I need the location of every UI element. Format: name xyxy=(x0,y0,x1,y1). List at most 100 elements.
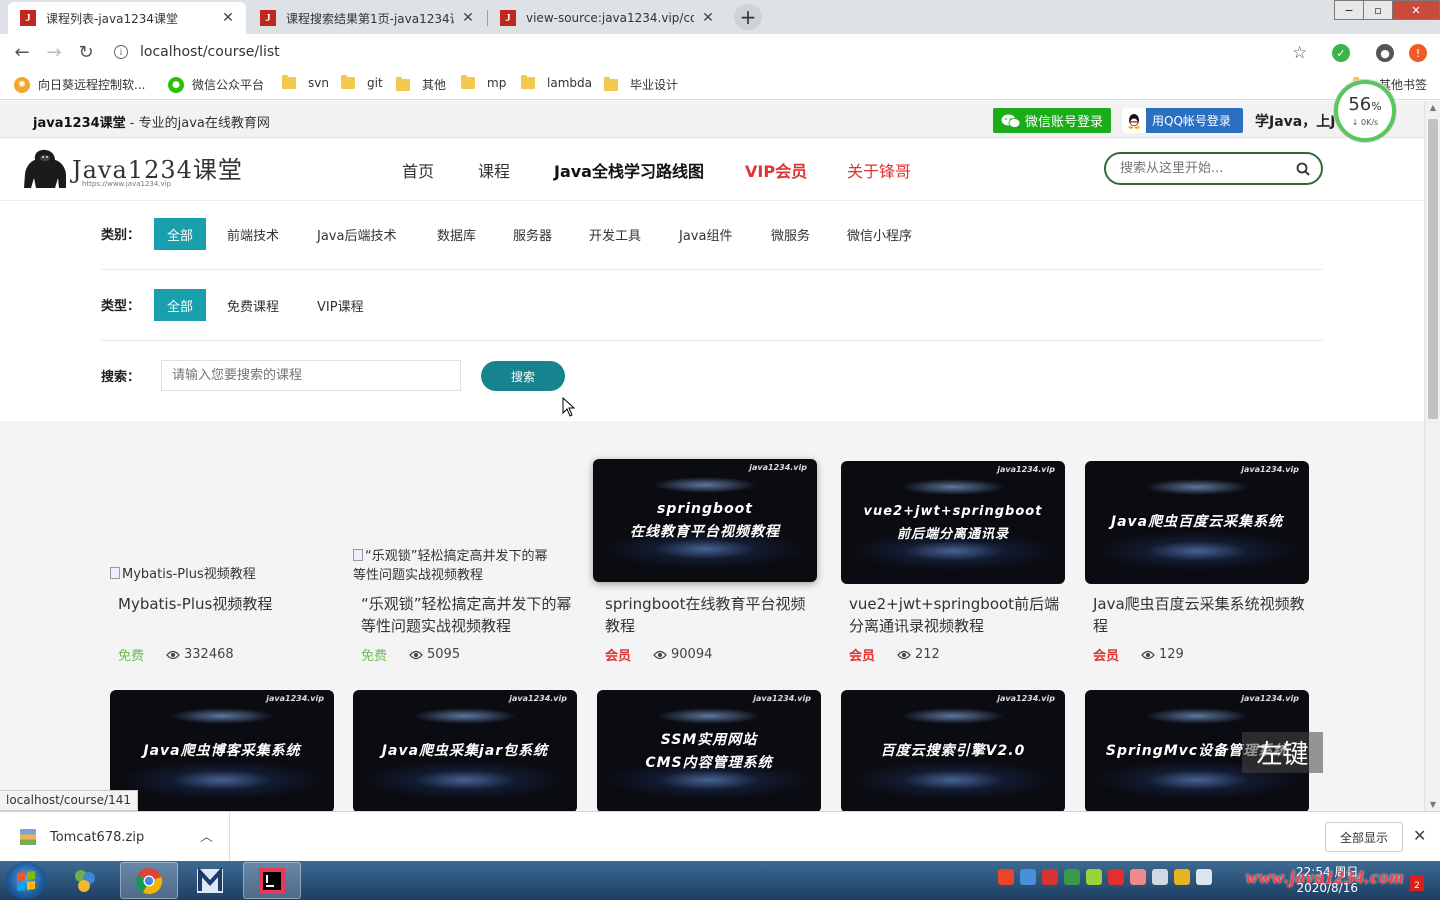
nav-about[interactable]: 关于锋哥 xyxy=(847,158,911,182)
category-microservices[interactable]: 微服务 xyxy=(758,218,823,250)
category-dev-tools[interactable]: 开发工具 xyxy=(576,218,654,250)
site-logo[interactable]: Java1234课堂 https://www.java1234.vip xyxy=(22,146,242,192)
maximize-button[interactable]: ▫ xyxy=(1363,0,1393,20)
page-scrollbar[interactable]: ▲ ▼ xyxy=(1424,101,1440,811)
type-free[interactable]: 免费课程 xyxy=(214,289,292,321)
course-search-button[interactable]: 搜索 xyxy=(481,361,565,391)
nav-courses[interactable]: 课程 xyxy=(478,158,510,182)
course-card[interactable]: Mybatis-Plus视频教程 Mybatis-Plus视频教程 免费 332… xyxy=(110,459,334,669)
close-download-shelf-icon[interactable]: ✕ xyxy=(1413,826,1426,845)
reload-icon[interactable]: ↻ xyxy=(74,40,98,64)
type-filter-row: 类型： 全部 免费课程 VIP课程 xyxy=(101,289,1323,321)
volume-icon[interactable] xyxy=(1196,869,1212,885)
taskbar-app-intellij[interactable] xyxy=(243,862,301,899)
tray-app-icon[interactable] xyxy=(1042,869,1058,885)
info-icon[interactable]: i xyxy=(114,45,128,59)
bookmark-graduation[interactable]: 毕业设计 xyxy=(604,76,678,93)
wechat-login-button[interactable]: 微信账号登录 xyxy=(993,108,1111,133)
course-thumbnail[interactable]: java1234.vip Java爬虫采集jar包系统 xyxy=(353,690,577,811)
security-shield-icon[interactable] xyxy=(1064,869,1080,885)
network-speed-widget[interactable]: 56% ↓ 0K/s xyxy=(1334,80,1396,142)
bookmark-sunflower[interactable]: ✺ 向日葵远程控制软... xyxy=(14,76,145,93)
taskbar-app-m[interactable] xyxy=(181,862,239,899)
tab-view-source[interactable]: J view-source:java1234.vip/cou ✕ xyxy=(488,2,726,34)
course-title[interactable]: vue2+jwt+springboot前后端分离通讯录视频教程 xyxy=(849,593,1061,637)
type-vip[interactable]: VIP课程 xyxy=(304,289,377,321)
download-item[interactable]: Tomcat678.zip ︿ xyxy=(0,812,230,862)
course-thumbnail[interactable]: java1234.vip Java爬虫百度云采集系统 xyxy=(1085,461,1309,584)
close-tab-icon[interactable]: ✕ xyxy=(700,10,716,26)
category-java-backend[interactable]: Java后端技术 xyxy=(304,218,409,250)
bookmark-other[interactable]: 其他 xyxy=(396,76,446,93)
network-share-icon[interactable] xyxy=(1020,869,1036,885)
course-card[interactable]: java1234.vip SSM实用网站 CMS内容管理系统 xyxy=(597,690,821,811)
course-card[interactable]: java1234.vip vue2+jwt+springboot 前后端分离通讯… xyxy=(841,461,1065,671)
new-tab-button[interactable]: + xyxy=(734,4,762,30)
taskbar-app-people[interactable] xyxy=(56,862,114,899)
show-all-downloads-button[interactable]: 全部显示 xyxy=(1325,822,1403,852)
course-thumbnail[interactable]: java1234.vip SSM实用网站 CMS内容管理系统 xyxy=(597,690,821,811)
bookmark-svn[interactable]: svn xyxy=(282,75,329,90)
sogou-input-icon[interactable] xyxy=(998,869,1014,885)
tab-search-results[interactable]: J 课程搜索结果第1页-java1234课 ✕ xyxy=(248,2,486,34)
search-icon[interactable] xyxy=(1295,161,1311,177)
course-thumbnail[interactable]: java1234.vip 百度云搜索引擎V2.0 xyxy=(841,690,1065,811)
scrollbar-thumb[interactable] xyxy=(1428,119,1438,419)
course-card[interactable]: “乐观锁”轻松搞定高并发下的幂 等性问题实战视频教程 “乐观锁”轻松搞定高并发下… xyxy=(353,459,577,669)
minimize-button[interactable]: − xyxy=(1334,0,1364,20)
course-title[interactable]: Mybatis-Plus视频教程 xyxy=(118,593,330,615)
tray-flower-icon[interactable] xyxy=(1130,869,1146,885)
course-title[interactable]: “乐观锁”轻松搞定高并发下的幂等性问题实战视频教程 xyxy=(361,593,573,637)
course-card[interactable]: java1234.vip Java爬虫博客采集系统 xyxy=(110,690,334,811)
tab-title: 课程列表-java1234课堂 xyxy=(46,11,179,26)
profile-avatar-icon[interactable]: ● xyxy=(1376,44,1394,62)
course-thumbnail[interactable]: java1234.vip vue2+jwt+springboot 前后端分离通讯… xyxy=(841,461,1065,584)
extension-check-icon[interactable]: ✓ xyxy=(1332,44,1350,62)
type-all[interactable]: 全部 xyxy=(154,289,207,321)
course-search-input[interactable] xyxy=(161,360,461,391)
scroll-down-arrow-icon[interactable]: ▼ xyxy=(1425,800,1440,809)
chevron-up-icon[interactable]: ︿ xyxy=(200,826,213,845)
taskbar-app-chrome[interactable] xyxy=(120,862,178,899)
tray-plus-icon[interactable] xyxy=(1174,869,1190,885)
start-button[interactable] xyxy=(6,862,46,899)
bookmark-mp[interactable]: mp xyxy=(461,75,506,90)
category-all[interactable]: 全部 xyxy=(154,218,207,250)
close-window-button[interactable]: ✕ xyxy=(1392,0,1440,20)
course-thumbnail[interactable]: java1234.vip Java爬虫博客采集系统 xyxy=(110,690,334,811)
bookmark-lambda[interactable]: lambda xyxy=(521,75,592,90)
bookmark-wechat[interactable]: ● 微信公众平台 xyxy=(168,76,264,93)
course-card[interactable]: java1234.vip Java爬虫采集jar包系统 xyxy=(353,690,577,811)
course-title[interactable]: springboot在线教育平台视频教程 xyxy=(605,593,817,637)
nvidia-icon[interactable] xyxy=(1086,869,1102,885)
nav-learning-roadmap[interactable]: Java全栈学习路线图 xyxy=(554,158,704,182)
site-search-input[interactable] xyxy=(1120,161,1295,176)
qq-login-button[interactable]: 用QQ帐号登录 xyxy=(1122,108,1243,133)
bookmark-git[interactable]: git xyxy=(341,75,383,90)
back-arrow-icon[interactable]: ← xyxy=(10,40,34,64)
close-tab-icon[interactable]: ✕ xyxy=(220,10,236,26)
tab-course-list[interactable]: J 课程列表-java1234课堂 ✕ xyxy=(8,2,246,34)
nav-vip[interactable]: VIP会员 xyxy=(745,158,807,182)
course-card[interactable]: java1234.vip 百度云搜索引擎V2.0 xyxy=(841,690,1065,811)
usb-device-icon[interactable] xyxy=(1152,869,1168,885)
notification-badge[interactable]: 2 xyxy=(1410,875,1424,891)
category-server[interactable]: 服务器 xyxy=(500,218,565,250)
course-card[interactable]: java1234.vip springboot 在线教育平台视频教程 sprin… xyxy=(593,459,817,669)
category-frontend[interactable]: 前端技术 xyxy=(214,218,292,250)
bookmark-star-icon[interactable]: ☆ xyxy=(1292,43,1307,63)
address-bar[interactable]: i localhost/course/list xyxy=(108,37,1318,67)
category-database[interactable]: 数据库 xyxy=(424,218,489,250)
course-title[interactable]: Java爬虫百度云采集系统视频教程 xyxy=(1093,593,1305,637)
close-tab-icon[interactable]: ✕ xyxy=(460,10,476,26)
view-count-value: 332468 xyxy=(184,647,234,662)
category-java-components[interactable]: Java组件 xyxy=(666,218,745,250)
nav-home[interactable]: 首页 xyxy=(402,158,434,182)
forward-arrow-icon[interactable]: → xyxy=(42,40,66,64)
course-card[interactable]: java1234.vip Java爬虫百度云采集系统 Java爬虫百度云采集系统… xyxy=(1085,461,1309,671)
scroll-up-arrow-icon[interactable]: ▲ xyxy=(1425,103,1440,112)
extension-alert-icon[interactable]: ! xyxy=(1409,44,1427,62)
category-wechat-miniapp[interactable]: 微信小程序 xyxy=(834,218,925,250)
course-thumbnail[interactable]: java1234.vip springboot 在线教育平台视频教程 xyxy=(593,459,817,582)
tray-s-icon[interactable] xyxy=(1108,869,1124,885)
